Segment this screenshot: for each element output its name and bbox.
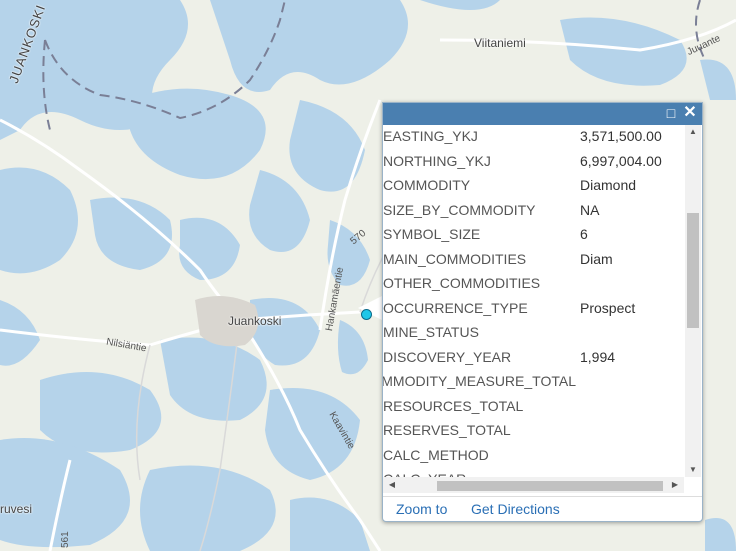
attribute-name-text: EASTING_YKJ: [383, 128, 478, 144]
attribute-name-text: RESOURCES_TOTAL: [383, 397, 524, 414]
attribute-name: MINE_STATUS: [383, 324, 576, 340]
attribute-name-text: SYMBOL_SIZE: [383, 226, 481, 242]
selected-feature-marker[interactable]: [361, 309, 372, 320]
attribute-row: RESOURCES_TOTAL: [383, 398, 684, 422]
vertical-scroll-thumb[interactable]: [687, 213, 699, 328]
attribute-name: RESERVES_TOTAL: [383, 422, 576, 438]
scroll-up-icon[interactable]: ▲: [685, 125, 701, 139]
attribute-name: SYMBOL_SIZE: [383, 226, 576, 242]
attribute-row: SYMBOL_SIZE 6: [383, 226, 684, 250]
popup-header: □ ✕: [383, 103, 702, 125]
attribute-value: Diam: [580, 250, 613, 267]
place-label-viitaniemi: Viitaniemi: [474, 36, 526, 50]
attribute-name-text: OCCURRENCE_TYPE: [383, 299, 528, 316]
close-icon[interactable]: ✕: [682, 105, 698, 121]
attribute-name: COMMODITY_MEASURE_TOTAL: [383, 373, 576, 389]
place-label-ruvesi: ruvesi: [0, 502, 33, 516]
attribute-row: DISCOVERY_YEAR 1,994: [383, 349, 684, 373]
attribute-name: OTHER_COMMODITIES: [383, 275, 576, 291]
attribute-name: COMMODITY: [383, 177, 576, 193]
horizontal-scroll-thumb[interactable]: [437, 481, 663, 491]
attribute-row: NORTHING_YKJ 6,997,004.00: [383, 153, 684, 177]
attribute-name-text: SIZE_BY_COMMODITY: [383, 201, 536, 218]
attribute-value: 6: [580, 226, 588, 242]
attribute-name-text: CALC_METHOD: [383, 446, 489, 463]
attribute-name: CALC_METHOD: [383, 447, 576, 463]
attribute-name: RESOURCES_TOTAL: [383, 398, 576, 414]
attribute-name: NORTHING_YKJ: [383, 153, 576, 169]
attribute-row: COMMODITY Diamond: [383, 177, 684, 201]
scroll-right-icon[interactable]: ▶: [670, 478, 680, 492]
horizontal-scrollbar[interactable]: ◀ ▶: [383, 477, 684, 493]
attribute-name: SIZE_BY_COMMODITY: [383, 202, 576, 218]
attribute-name-text: MAIN_COMMODITIES: [383, 250, 527, 267]
attribute-row: CALC_METHOD: [383, 447, 684, 471]
attribute-value: NA: [580, 201, 600, 218]
attribute-name-text: OTHER_COMMODITIES: [383, 275, 541, 291]
attribute-name: OCCURRENCE_TYPE: [383, 300, 576, 316]
popup-footer: Zoom to Get Directions: [383, 496, 702, 521]
attribute-value: Diamond: [580, 177, 637, 193]
attribute-row: RESERVES_TOTAL: [383, 422, 684, 446]
get-directions-link[interactable]: Get Directions: [471, 501, 560, 517]
attribute-value: 3,571,500.00: [580, 128, 662, 144]
attribute-name-text: RESERVES_TOTAL: [383, 422, 511, 438]
attribute-row: SIZE_BY_COMMODITY NA: [383, 202, 684, 226]
attribute-name-text: COMMODITY_MEASURE_TOTAL: [383, 373, 576, 389]
attribute-name: MAIN_COMMODITIES: [383, 251, 576, 267]
attribute-row: MAIN_COMMODITIES Diam: [383, 251, 684, 275]
attribute-name: DISCOVERY_YEAR: [383, 349, 576, 365]
attribute-name-text: MINE_STATUS: [383, 324, 479, 340]
attribute-row: MINE_STATUS: [383, 324, 684, 348]
attribute-value: Prospect: [580, 299, 636, 316]
attribute-table: EASTING_YKJ 3,571,500.00 NORTHING_YKJ 6,997…: [383, 125, 684, 477]
attribute-row: OTHER_COMMODITIES: [383, 275, 684, 299]
attribute-value: 6,997,004.00: [580, 152, 662, 169]
attribute-name-text: COMMODITY: [383, 177, 471, 193]
info-popup: □ ✕ EASTING_YKJ 3,571,500.00 NORTHING_YKJ 6…: [382, 102, 703, 522]
attribute-row: EASTING_YKJ 3,571,500.00: [383, 128, 684, 152]
road-label-561: 561: [60, 531, 71, 548]
attribute-name-text: DISCOVERY_YEAR: [383, 348, 512, 365]
vertical-scrollbar[interactable]: ▲ ▼: [685, 125, 701, 477]
attribute-value: 1,994: [580, 348, 616, 365]
attribute-row: OCCURRENCE_TYPE Prospect: [383, 300, 684, 324]
place-label-juankoski: Juankoski: [228, 314, 282, 328]
attribute-row: COMMODITY_MEASURE_TOTAL: [383, 373, 684, 397]
zoom-to-link[interactable]: Zoom to: [396, 501, 447, 517]
attribute-name: EASTING_YKJ: [383, 128, 576, 144]
scroll-down-icon[interactable]: ▼: [685, 463, 701, 477]
maximize-icon[interactable]: □: [663, 105, 679, 121]
attribute-name-text: NORTHING_YKJ: [383, 152, 491, 169]
scroll-left-icon[interactable]: ◀: [387, 478, 397, 492]
